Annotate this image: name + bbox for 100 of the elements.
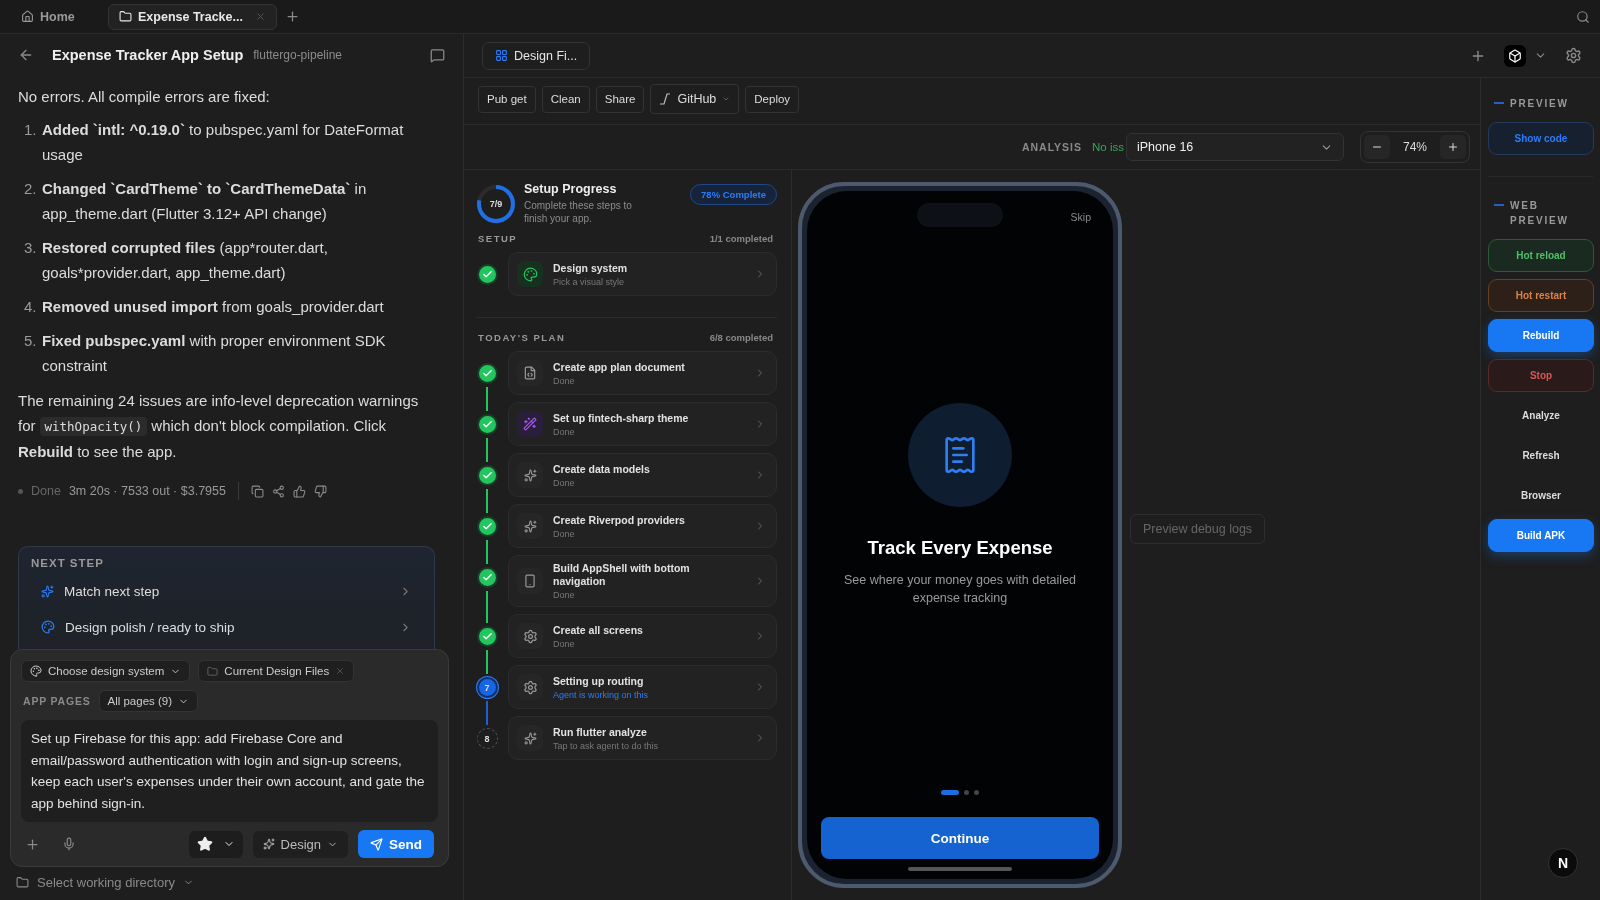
send-button[interactable]: Send xyxy=(358,830,434,858)
setup-subtitle: Complete these steps to finish your app. xyxy=(524,199,633,225)
analysis-label: ANALYSIS xyxy=(1021,141,1083,153)
status-dot xyxy=(18,488,23,494)
check-icon xyxy=(481,470,493,481)
smartphone-icon xyxy=(523,574,537,588)
device-select[interactable]: iPhone 16 xyxy=(1126,133,1344,161)
thumbs-down-icon[interactable] xyxy=(313,484,327,498)
mode-dropdown[interactable]: Design xyxy=(252,830,348,858)
list-item-text: Removed unused import from goals_provider.dart xyxy=(42,297,385,317)
sidebar-button[interactable]: Rebuild xyxy=(1488,319,1594,352)
sidebar-button[interactable]: Build APK xyxy=(1488,519,1594,552)
step-title: Create app plan document xyxy=(553,360,686,374)
back-icon[interactable] xyxy=(18,47,34,63)
run-stats: 3m 20s · 7533 out · $3.7955 xyxy=(68,484,226,498)
step-title: Design system xyxy=(553,261,629,275)
chat-title: Expense Tracker App Setup xyxy=(52,47,244,63)
step-card[interactable]: Set up fintech-sharp theme Done xyxy=(508,402,777,446)
tab[interactable]: Expense Tracke... xyxy=(108,3,277,30)
step-card[interactable]: Create Riverpod providers Done xyxy=(508,504,777,548)
step-subtitle: Done xyxy=(553,375,576,386)
step-title: Run flutter analyze xyxy=(553,725,648,739)
prompt-input[interactable]: Set up Firebase for this app: add Firebase Core and email/password authentication with login and sign-up screens, keep each user's expenses under their own account, and gate the app behind sign-in. xyxy=(21,720,438,822)
cube-logo[interactable] xyxy=(1504,44,1526,67)
design-system-dropdown[interactable]: Choose design system xyxy=(21,660,191,682)
home-icon xyxy=(21,10,34,23)
sparkle-icon xyxy=(523,731,537,745)
add-icon[interactable] xyxy=(25,836,40,852)
check-icon xyxy=(481,631,493,642)
continue-button[interactable]: Continue xyxy=(821,817,1099,859)
copy-icon[interactable] xyxy=(250,484,264,498)
next-step-heading: NEXT STEP xyxy=(31,557,105,569)
step-card[interactable]: Run flutter analyze Tap to ask agent to do this xyxy=(508,716,777,760)
working-directory-selector[interactable]: Select working directory xyxy=(0,867,463,900)
section-count: 6/8 completed xyxy=(709,332,773,343)
sidebar-button[interactable]: Refresh xyxy=(1488,439,1594,472)
thumbs-up-icon[interactable] xyxy=(292,484,306,498)
sidebar-button[interactable]: Hot reload xyxy=(1488,239,1594,272)
project-name: fluttergo-pipeline xyxy=(253,48,342,62)
step-card[interactable]: Create app plan document Done xyxy=(508,351,777,395)
step-subtitle: Done xyxy=(553,477,576,488)
new-tab-icon[interactable] xyxy=(284,9,300,24)
pages-dropdown[interactable]: All pages (9) xyxy=(98,690,199,712)
next-step-item[interactable]: Design polish / ready to ship xyxy=(31,609,422,645)
step-title: Create all screens xyxy=(553,623,644,637)
check-icon xyxy=(481,419,493,430)
search-icon[interactable] xyxy=(1576,9,1590,24)
model-dropdown[interactable] xyxy=(188,830,243,858)
step-subtitle: Agent is working on this xyxy=(553,689,650,700)
share-icon[interactable] xyxy=(271,484,285,498)
step-subtitle: Done xyxy=(553,426,576,437)
list-number: 1. xyxy=(24,120,38,140)
chevron-down-icon xyxy=(722,95,731,103)
toolbar-button[interactable]: Share xyxy=(595,85,645,113)
settings-icon[interactable] xyxy=(1565,47,1582,64)
sidebar-heading: PREVIEW xyxy=(1510,97,1570,111)
step-title: Set up fintech-sharp theme xyxy=(553,411,690,425)
zoom-in-button[interactable] xyxy=(1440,135,1466,159)
design-files-tab[interactable]: Design Fi... xyxy=(482,41,591,70)
plus-icon xyxy=(1447,141,1459,153)
toolbar-button[interactable]: Clean xyxy=(541,85,590,113)
step-subtitle: Pick a visual style xyxy=(553,276,626,287)
next-step-item[interactable]: Match next step xyxy=(31,573,422,609)
step-card[interactable]: Setting up routing Agent is working on this xyxy=(508,665,777,709)
skip-link[interactable]: Skip xyxy=(1070,211,1091,223)
toolbar-button[interactable]: Deploy xyxy=(745,85,800,113)
sparkle-icon xyxy=(41,584,54,598)
toolbar-button[interactable]: Pub get xyxy=(478,85,536,113)
list-number: 4. xyxy=(24,297,38,317)
zoom-out-button[interactable] xyxy=(1364,135,1390,159)
folder-icon xyxy=(207,665,219,677)
step-card[interactable]: Build AppShell with bottom navigation Done xyxy=(508,555,777,607)
step-card[interactable]: Create all screens Done xyxy=(508,614,777,658)
comment-icon[interactable] xyxy=(430,47,445,63)
list-item-text: Added `intl: ^0.19.0` to pubspec.yaml for DateFormat usage xyxy=(42,120,405,165)
status-text: Done xyxy=(31,484,61,498)
step-card[interactable]: Design system Pick a visual style xyxy=(508,252,777,296)
palette-icon xyxy=(30,665,42,677)
step-subtitle: Done xyxy=(553,590,576,600)
step-title: Create Riverpod providers xyxy=(553,513,686,527)
section-count: 1/1 completed xyxy=(709,233,773,244)
step-card[interactable]: Create data models Done xyxy=(508,453,777,497)
sidebar-button[interactable]: Analyze xyxy=(1488,399,1594,432)
avatar[interactable]: N xyxy=(1548,848,1578,878)
check-icon xyxy=(481,269,493,280)
sidebar-button[interactable]: Hot restart xyxy=(1488,279,1594,312)
progress-ring xyxy=(476,184,516,224)
context-chip[interactable]: Current Design Files xyxy=(198,660,355,682)
section-heading: TODAY'S PLAN xyxy=(478,332,566,343)
microphone-icon[interactable] xyxy=(62,837,76,851)
step-title: Build AppShell with bottom navigation xyxy=(553,562,691,588)
sidebar-button[interactable]: Show code xyxy=(1488,122,1594,155)
tab[interactable]: Home xyxy=(10,3,100,30)
send-icon xyxy=(370,837,383,851)
message-text: No errors. All compile errors are fixed: xyxy=(18,87,271,107)
list-item-text: Changed `CardTheme` to `CardThemeData` in app_theme.dart (Flutter 3.12+ API change) xyxy=(42,179,368,224)
sidebar-button[interactable]: Browser xyxy=(1488,479,1594,512)
check-icon xyxy=(481,521,493,532)
sidebar-button[interactable]: Stop xyxy=(1488,359,1594,392)
toolbar-button[interactable]: GitHub xyxy=(650,84,740,114)
